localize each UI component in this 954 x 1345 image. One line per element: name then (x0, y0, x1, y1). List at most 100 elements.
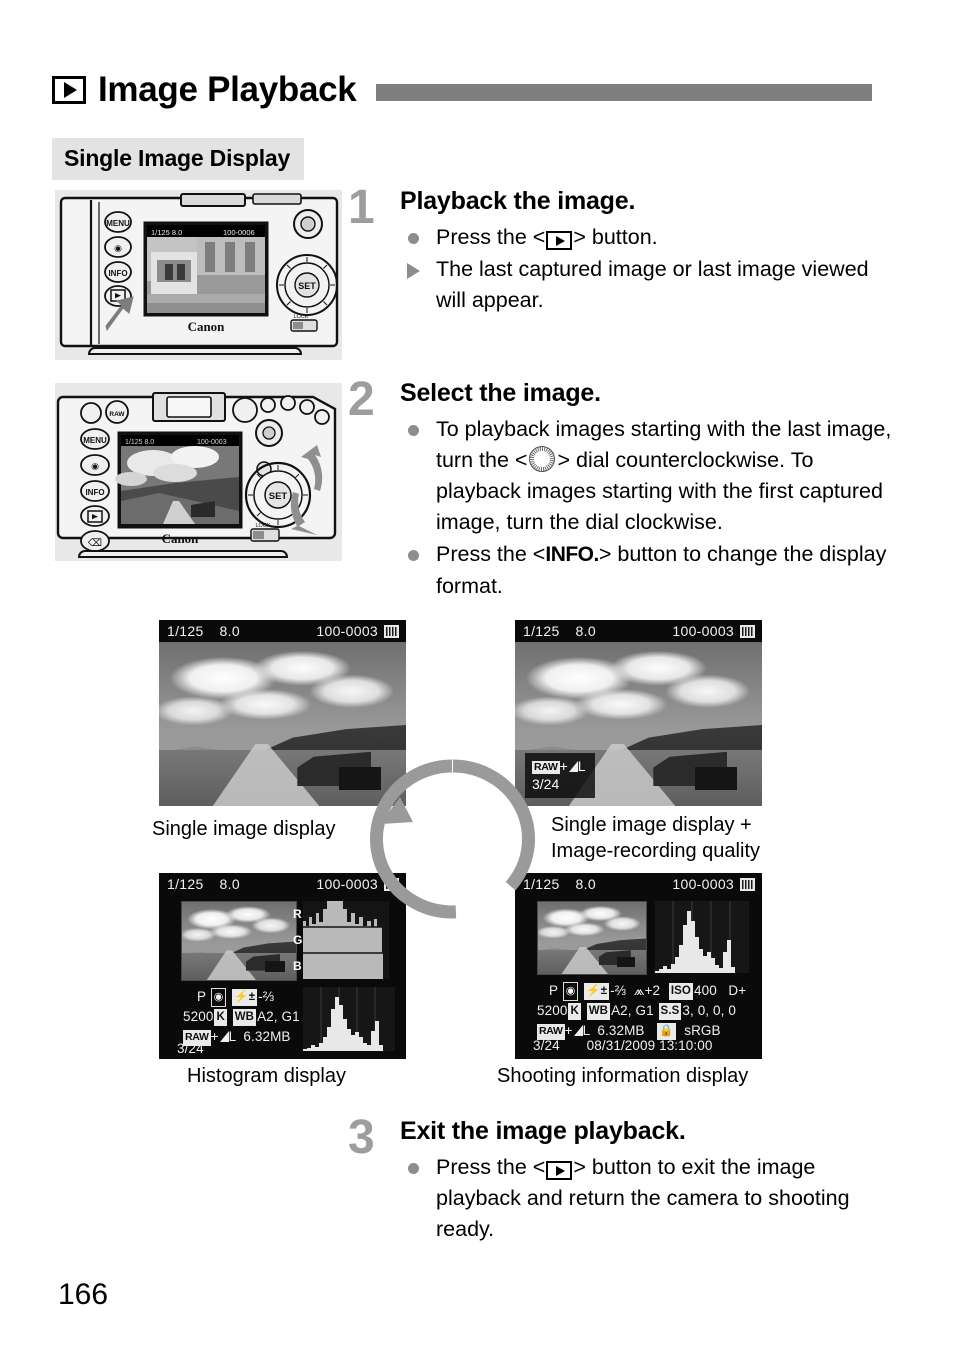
playback-icon (546, 231, 573, 250)
picture-style-label: S.S (658, 1003, 682, 1021)
section-heading: Single Image Display (52, 138, 305, 180)
bullet-text-pre: Press the < (436, 1154, 546, 1179)
large-quality-icon (568, 761, 578, 772)
histogram-info-line-1: P ◉ ⚡± -⅔ (197, 987, 274, 1007)
histogram-info-line-2: 5200 K WB A2, G1 (183, 1007, 300, 1027)
step-3-title: Exit the image playback. (400, 1117, 686, 1145)
large-quality-icon (219, 1031, 229, 1042)
svg-text:MENU: MENU (83, 436, 107, 445)
ae-bracket-icon: ⩕ (633, 983, 645, 998)
exposure-comp: -⅔ (258, 989, 275, 1004)
step-2-title: Select the image. (400, 379, 601, 407)
iso-value: 400 (693, 983, 717, 998)
caption-image-recording-quality: Single image display + Image-recording q… (551, 814, 760, 862)
step-3: 3 Exit the image playback. Press the < > … (348, 1111, 893, 1246)
ae-bracket-value: +2 (644, 983, 661, 998)
picture-style-value: 3, 0, 0, 0 (682, 1003, 736, 1018)
step-3-bullets: Press the < > button to exit the image pl… (400, 1152, 893, 1246)
camera-back-illustration-1: MENU ◉ INFO 1/125 8.0 100-0006 SET LOCK … (55, 190, 342, 360)
shutter-speed: 1/125 (167, 623, 204, 639)
lcd-topbar: 1/125 8.0 100-0003 (515, 620, 762, 642)
svg-text:◉: ◉ (91, 461, 99, 471)
shutter-speed: 1/125 (167, 876, 204, 892)
metering-icon: ◉ (210, 988, 227, 1007)
bullet-text-post: > button. (573, 224, 658, 249)
exposure-comp: -⅔ (610, 983, 627, 998)
header-rule (376, 83, 872, 101)
camera-back-illustration-2: RAW MENU ◉ INFO ⌫ 1/125 8.0 100-0003 SET… (55, 383, 342, 561)
shooting-info-line-4: 3/24 08/31/2009 13:10:00 (533, 1036, 712, 1056)
svg-text:1/125 8.0: 1/125 8.0 (151, 228, 182, 237)
svg-text:Canon: Canon (162, 531, 200, 546)
lcd-image-recording-quality-display: 1/125 8.0 100-0003 RAW + L 3/24 (515, 620, 762, 806)
step-1-title: Playback the image. (400, 187, 636, 215)
sd-card-icon (740, 624, 755, 638)
histogram-channel-r: R (293, 907, 302, 921)
svg-text:Canon: Canon (188, 319, 226, 334)
lcd-topbar: 1/125 8.0 100-0003 (515, 873, 762, 895)
step-2-bullets: To playback images starting with the las… (400, 414, 893, 602)
kelvin-unit: K (568, 1003, 581, 1021)
camera-back-playback-figure: MENU ◉ INFO 1/125 8.0 100-0006 SET LOCK … (55, 190, 342, 360)
step-1: 1 Playback the image. Press the < > butto… (348, 181, 893, 317)
shooting-mode: P (197, 989, 206, 1004)
step-1-bullet-2: The last captured image or last image vi… (400, 254, 893, 316)
step-2-bullet-1: To playback images starting with the las… (400, 414, 893, 539)
iso-label: ISO (668, 983, 693, 1001)
step-3-bullet-1: Press the < > button to exit the image pl… (400, 1152, 893, 1246)
step-3-number: 3 (348, 1111, 375, 1164)
plus-sign: + (559, 758, 568, 774)
kelvin-unit: K (214, 1009, 227, 1027)
white-balance-kelvin: 5200 (183, 1009, 214, 1024)
step-2-number: 2 (348, 373, 375, 426)
svg-text:⌫: ⌫ (88, 538, 102, 549)
svg-text:MENU: MENU (106, 219, 130, 228)
caption-histogram-display: Histogram display (187, 1065, 346, 1087)
svg-text:RAW: RAW (109, 411, 125, 418)
step-1-bullets: Press the < > button. The last captured i… (400, 222, 893, 317)
svg-text:INFO: INFO (85, 488, 104, 497)
plus-sign: + (210, 1029, 219, 1044)
svg-text:INFO: INFO (108, 269, 127, 278)
histogram-channel-g: G (293, 933, 303, 947)
flash-exp-comp-icon: ⚡± (584, 983, 610, 1001)
step-1-number: 1 (348, 181, 375, 234)
capture-time: 13:10:00 (659, 1038, 713, 1053)
histogram-info-line-4: 3/24 (177, 1041, 204, 1056)
bullet-text-pre: Press the < (436, 224, 546, 249)
shooting-info-line-1: P ◉ ⚡± -⅔ ⩕+2 ISO 400 D+ (549, 981, 746, 1001)
svg-text:100-0003: 100-0003 (197, 439, 227, 446)
aperture: 8.0 (219, 623, 240, 639)
histogram-channel-b: B (293, 959, 302, 973)
image-index: 3/24 (533, 1038, 560, 1053)
capture-date: 08/31/2009 (586, 1038, 656, 1053)
sd-card-icon (740, 877, 755, 891)
wb-shift-value: A2, G1 (611, 1003, 654, 1018)
metering-icon: ◉ (562, 982, 579, 1001)
page-number: 166 (58, 1278, 109, 1311)
photo-thumbnail (181, 901, 297, 981)
size-letter: L (228, 1029, 236, 1044)
file-number: 100-0003 (316, 623, 378, 639)
caption-single-image-display: Single image display (152, 818, 336, 840)
large-quality-icon (573, 1025, 583, 1036)
photo-thumbnail (537, 901, 647, 975)
wb-shift-label: WB (586, 1003, 611, 1021)
quick-control-dial-icon (529, 445, 556, 472)
wb-shift-label: WB (232, 1009, 257, 1027)
file-number: 100-0003 (672, 876, 734, 892)
wb-shift-value: A2, G1 (257, 1009, 300, 1024)
shooting-info-line-2: 5200 K WB A2, G1 S.S 3, 0, 0, 0 (537, 1001, 736, 1021)
svg-text:100-0006: 100-0006 (223, 228, 255, 237)
aperture: 8.0 (219, 876, 240, 892)
lcd-topbar: 1/125 8.0 100-0003 (159, 620, 406, 642)
playback-icon (52, 76, 86, 104)
flash-exp-comp-icon: ⚡± (232, 989, 258, 1007)
shutter-speed: 1/125 (523, 623, 560, 639)
step-2: 2 Select the image. To playback images s… (348, 373, 893, 603)
shooting-mode: P (549, 983, 558, 998)
svg-text:LOCK: LOCK (256, 523, 271, 529)
file-size: 6.32MB (243, 1029, 291, 1044)
aperture: 8.0 (575, 876, 596, 892)
page-header: Image Playback (52, 62, 872, 118)
